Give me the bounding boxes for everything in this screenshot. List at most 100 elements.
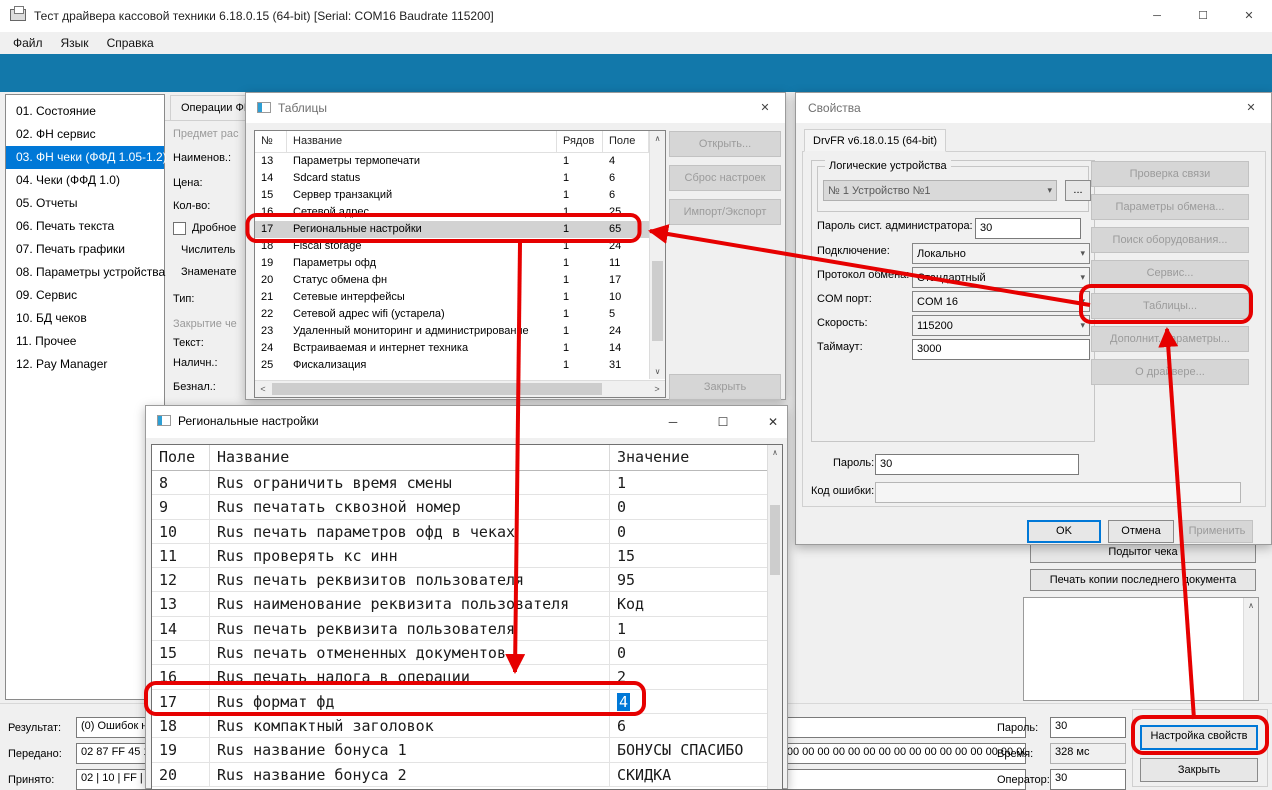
- configure-properties-button[interactable]: Настройка свойств: [1140, 725, 1258, 750]
- table-row[interactable]: 18Fiscal storage124: [255, 238, 649, 255]
- table-row[interactable]: 11Rus проверять кс инн15: [152, 544, 769, 568]
- import-export-button[interactable]: Импорт/Экспорт: [669, 199, 781, 225]
- table-row[interactable]: 25Фискализация131: [255, 357, 649, 374]
- maximize-icon[interactable]: ☐: [1180, 0, 1226, 32]
- minimize-icon[interactable]: ─: [1134, 0, 1180, 32]
- col-field[interactable]: Поле: [152, 445, 210, 470]
- protocol-select[interactable]: Стандартный ▾: [912, 267, 1090, 288]
- sidebar-item-11[interactable]: 11. Прочее: [6, 330, 164, 353]
- table-row[interactable]: 15Сервер транзакций16: [255, 187, 649, 204]
- props-side-button-6[interactable]: Дополнит. параметры...: [1091, 326, 1249, 352]
- col-name[interactable]: Название: [210, 445, 610, 470]
- apply-button[interactable]: Применить: [1181, 520, 1253, 543]
- props-side-button-5[interactable]: Таблицы...: [1091, 293, 1249, 319]
- col-rows[interactable]: Рядов: [557, 131, 603, 152]
- table-row[interactable]: 16Сетевой адрес125: [255, 204, 649, 221]
- sidebar-item-5[interactable]: 05. Отчеты: [6, 192, 164, 215]
- table-row[interactable]: 20Rus название бонуса 2СКИДКА: [152, 763, 769, 787]
- open-button[interactable]: Открыть...: [669, 131, 781, 157]
- sidebar-item-4[interactable]: 04. Чеки (ФФД 1.0): [6, 169, 164, 192]
- menu-item-2[interactable]: Язык: [52, 32, 98, 54]
- ok-button[interactable]: OK: [1027, 520, 1101, 543]
- table-row[interactable]: 8Rus ограничить время смены1: [152, 471, 769, 495]
- baudrate-select[interactable]: 115200 ▾: [912, 315, 1090, 336]
- props-side-button-2[interactable]: Параметры обмена...: [1091, 194, 1249, 220]
- tab-drvfr[interactable]: DrvFR v6.18.0.15 (64-bit): [804, 129, 946, 152]
- scroll-up-icon[interactable]: ∧: [768, 445, 782, 460]
- col-number[interactable]: №: [255, 131, 287, 152]
- table-row[interactable]: 17Региональные настройки165: [255, 221, 649, 238]
- close-tables-button[interactable]: Закрыть: [669, 374, 781, 400]
- scroll-thumb[interactable]: [272, 383, 602, 395]
- table-row[interactable]: 24Встраиваемая и интернет техника114: [255, 340, 649, 357]
- table-row[interactable]: 17Rus формат фд4: [152, 690, 769, 714]
- table-row[interactable]: 19Параметры офд111: [255, 255, 649, 272]
- table-row[interactable]: 14Rus печать реквизита пользователя1: [152, 617, 769, 641]
- device-select[interactable]: № 1 Устройство №1 ▾: [823, 180, 1057, 201]
- sidebar-item-1[interactable]: 01. Состояние: [6, 100, 164, 123]
- sidebar-item-7[interactable]: 07. Печать графики: [6, 238, 164, 261]
- sys-admin-password-field[interactable]: 30: [975, 218, 1081, 239]
- device-more-button[interactable]: ...: [1065, 180, 1091, 201]
- scroll-left-icon[interactable]: <: [255, 381, 271, 397]
- scroll-up-icon[interactable]: ∧: [1244, 598, 1258, 613]
- table-row[interactable]: 14Sdcard status16: [255, 170, 649, 187]
- sidebar-item-9[interactable]: 09. Сервис: [6, 284, 164, 307]
- table-row[interactable]: 22Сетевой адрес wifi (устарела)15: [255, 306, 649, 323]
- table-row[interactable]: 13Параметры термопечати14: [255, 153, 649, 170]
- tables-hscrollbar[interactable]: < >: [255, 380, 665, 397]
- password-field[interactable]: 30: [1050, 717, 1126, 738]
- close-icon[interactable]: ✕: [1226, 0, 1272, 32]
- table-row[interactable]: 21Сетевые интерфейсы110: [255, 289, 649, 306]
- cancel-button[interactable]: Отмена: [1108, 520, 1174, 543]
- close-icon[interactable]: ✕: [1231, 93, 1271, 123]
- com-port-select[interactable]: COM 16 ▾: [912, 291, 1090, 312]
- scroll-right-icon[interactable]: >: [649, 381, 665, 397]
- table-row[interactable]: 10Rus печать параметров офд в чеках0: [152, 520, 769, 544]
- props-side-button-3[interactable]: Поиск оборудования...: [1091, 227, 1249, 253]
- minimize-icon[interactable]: ─: [651, 406, 695, 438]
- table-row[interactable]: 19Rus название бонуса 1БОНУСЫ СПАСИБО: [152, 738, 769, 762]
- regional-vscrollbar[interactable]: ∧: [767, 445, 782, 789]
- operator-field[interactable]: 30: [1050, 769, 1126, 790]
- table-row[interactable]: 13Rus наименование реквизита пользовател…: [152, 592, 769, 616]
- sidebar-item-6[interactable]: 06. Печать текста: [6, 215, 164, 238]
- col-name[interactable]: Название: [287, 131, 557, 152]
- log-scrollbar[interactable]: ∧: [1243, 598, 1258, 700]
- col-value[interactable]: Значение: [610, 445, 769, 470]
- tables-vscrollbar[interactable]: ∧ ∨: [649, 131, 665, 379]
- sidebar-item-3[interactable]: 03. ФН чеки (ФФД 1.05-1.2): [6, 146, 164, 169]
- props-side-button-1[interactable]: Проверка связи: [1091, 161, 1249, 187]
- sidebar-item-2[interactable]: 02. ФН сервис: [6, 123, 164, 146]
- maximize-icon[interactable]: ☐: [701, 406, 745, 438]
- table-row[interactable]: 9Rus печатать сквозной номер0: [152, 495, 769, 519]
- fraction-checkbox[interactable]: [173, 222, 186, 235]
- sidebar-item-8[interactable]: 08. Параметры устройства: [6, 261, 164, 284]
- table-row[interactable]: 15Rus печать отмененных документов0: [152, 641, 769, 665]
- table-row[interactable]: 23Удаленный мониторинг и администрирован…: [255, 323, 649, 340]
- table-row[interactable]: 20Статус обмена фн117: [255, 272, 649, 289]
- scroll-thumb[interactable]: [770, 505, 780, 575]
- reset-settings-button[interactable]: Сброс настроек: [669, 165, 781, 191]
- print-copy-button[interactable]: Печать копии последнего документа: [1030, 569, 1256, 591]
- close-app-button[interactable]: Закрыть: [1140, 758, 1258, 782]
- scroll-thumb[interactable]: [652, 261, 663, 341]
- connection-select[interactable]: Локально ▾: [912, 243, 1090, 264]
- table-row[interactable]: 18Rus компактный заголовок6: [152, 714, 769, 738]
- props-password-field[interactable]: 30: [875, 454, 1079, 475]
- timeout-field[interactable]: 3000: [912, 339, 1090, 360]
- table-row[interactable]: 16Rus печать налога в операции2: [152, 665, 769, 689]
- scroll-up-icon[interactable]: ∧: [650, 131, 665, 146]
- log-textarea[interactable]: ∧: [1023, 597, 1259, 701]
- close-icon[interactable]: ✕: [751, 406, 795, 438]
- error-code-field[interactable]: [875, 482, 1241, 503]
- close-icon[interactable]: ✕: [745, 93, 785, 123]
- sidebar-item-12[interactable]: 12. Pay Manager: [6, 353, 164, 376]
- col-fields[interactable]: Поле: [603, 131, 649, 152]
- scroll-down-icon[interactable]: ∨: [650, 364, 665, 379]
- sidebar-item-10[interactable]: 10. БД чеков: [6, 307, 164, 330]
- table-row[interactable]: 12Rus печать реквизитов пользователя95: [152, 568, 769, 592]
- menu-item-1[interactable]: Файл: [4, 32, 52, 54]
- menu-item-3[interactable]: Справка: [98, 32, 163, 54]
- props-side-button-4[interactable]: Сервис...: [1091, 260, 1249, 286]
